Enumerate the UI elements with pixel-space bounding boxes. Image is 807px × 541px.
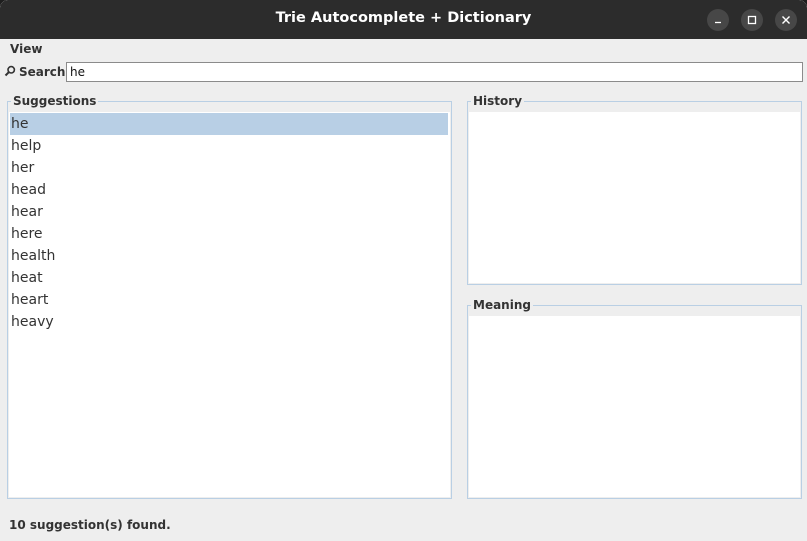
suggestion-item[interactable]: her xyxy=(10,157,448,179)
close-button[interactable] xyxy=(775,9,797,31)
minimize-button[interactable] xyxy=(707,9,729,31)
search-row: Search: xyxy=(0,61,807,83)
search-input[interactable] xyxy=(66,62,803,82)
window-title: Trie Autocomplete + Dictionary xyxy=(275,10,532,26)
suggestion-item[interactable]: he xyxy=(10,113,448,135)
search-icon xyxy=(4,65,16,77)
suggestion-item[interactable]: hear xyxy=(10,201,448,223)
status-label: 10 suggestion(s) found. xyxy=(9,518,171,532)
close-icon xyxy=(782,16,790,24)
suggestion-item[interactable]: heat xyxy=(10,267,448,289)
meaning-title: Meaning xyxy=(471,298,533,312)
suggestion-item[interactable]: help xyxy=(10,135,448,157)
minimize-icon xyxy=(715,21,721,24)
suggestion-item[interactable]: heart xyxy=(10,289,448,311)
history-list[interactable] xyxy=(469,112,800,283)
suggestion-item[interactable]: heavy xyxy=(10,311,448,333)
suggestions-panel: Suggestions he help her head hear here h… xyxy=(7,94,452,499)
history-title: History xyxy=(471,94,525,108)
suggestions-title: Suggestions xyxy=(11,94,99,108)
maximize-icon xyxy=(747,15,757,25)
search-label: Search: xyxy=(19,65,71,79)
title-bar[interactable]: Trie Autocomplete + Dictionary xyxy=(0,0,807,39)
menu-view[interactable]: View xyxy=(10,42,42,56)
suggestions-list[interactable]: he help her head hear here health heat h… xyxy=(9,112,450,497)
maximize-button[interactable] xyxy=(741,9,763,31)
meaning-text[interactable] xyxy=(469,316,800,497)
suggestion-item[interactable]: here xyxy=(10,223,448,245)
menu-bar: View xyxy=(0,39,807,59)
meaning-panel: Meaning xyxy=(467,298,802,499)
app-window: Trie Autocomplete + Dictionary View Sear… xyxy=(0,0,807,541)
history-panel: History xyxy=(467,94,802,285)
suggestion-item[interactable]: health xyxy=(10,245,448,267)
suggestion-item[interactable]: head xyxy=(10,179,448,201)
